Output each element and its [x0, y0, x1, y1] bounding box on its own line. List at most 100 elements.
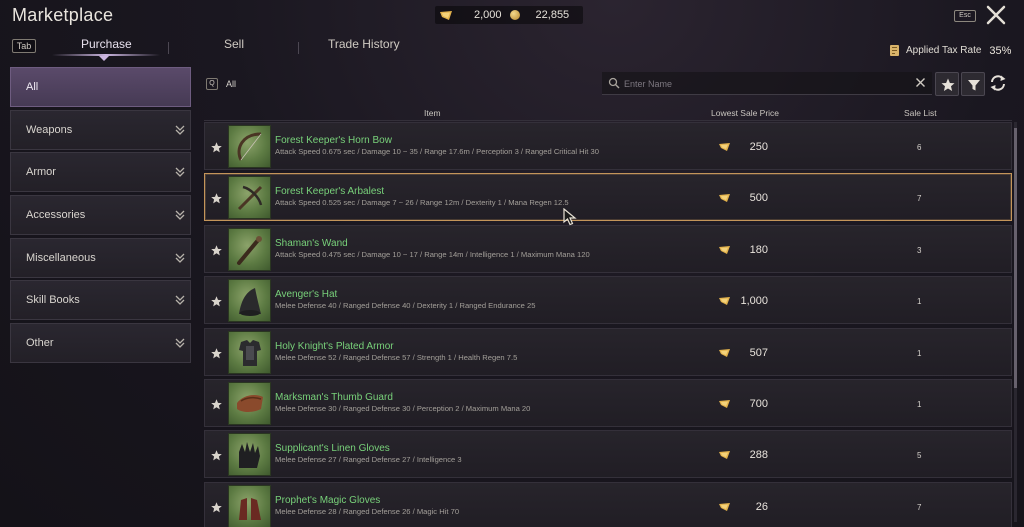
item-price: 180: [749, 243, 768, 256]
item-price: 700: [749, 397, 768, 410]
thumb-guard-icon: [228, 381, 271, 425]
filter-selection[interactable]: All: [226, 79, 236, 89]
table-row[interactable]: Avenger's Hat Melee Defense 40 / Ranged …: [204, 276, 1012, 325]
active-tab-arrow: [99, 56, 109, 61]
category-skill-books[interactable]: Skill Books: [10, 280, 191, 321]
star-icon[interactable]: [211, 450, 222, 461]
search-field[interactable]: [602, 72, 932, 95]
table-row[interactable]: Shaman's Wand Attack Speed 0.475 sec / D…: [204, 224, 1012, 273]
column-header-price[interactable]: Lowest Sale Price: [711, 108, 779, 118]
sale-list-count: 3: [917, 245, 922, 255]
favorites-filter-button[interactable]: [935, 72, 959, 96]
tax-rate: Applied Tax Rate 35%: [889, 44, 1011, 57]
category-all[interactable]: All: [10, 67, 191, 107]
chevron-down-icon: [175, 167, 185, 178]
sale-list-count: 7: [917, 502, 922, 512]
item-name: Avenger's Hat: [275, 289, 338, 301]
item-price: 288: [749, 449, 768, 462]
category-weapons[interactable]: Weapons: [10, 109, 191, 150]
tab-sell[interactable]: Sell: [224, 37, 244, 51]
sale-list-count: 7: [917, 194, 922, 204]
category-armor[interactable]: Armor: [10, 152, 191, 193]
item-price: 250: [749, 141, 768, 153]
sale-list-count: 5: [917, 451, 922, 461]
sale-list-count: 1: [917, 297, 922, 307]
clear-icon[interactable]: [915, 77, 926, 88]
secondary-currency-amount: 22,855: [535, 9, 570, 21]
bar-currency-icon: [719, 297, 730, 306]
bar-currency-icon: [719, 348, 730, 357]
search-icon: [608, 77, 620, 89]
star-icon: [941, 78, 955, 91]
q-key-hint: Q: [206, 78, 218, 90]
category-sidebar: All Weapons Armor Accessories Miscellane…: [10, 67, 191, 366]
item-name: Forest Keeper's Arbalest: [275, 186, 385, 198]
hat-icon: [228, 279, 271, 323]
item-price: 1,000: [740, 295, 768, 308]
chevron-down-icon: [175, 125, 185, 135]
armor-icon: [228, 330, 271, 374]
chevron-down-icon: [175, 253, 185, 263]
item-price: 500: [749, 192, 768, 205]
table-header: Item Lowest Sale Price Sale List: [204, 104, 1012, 121]
item-stats: Attack Speed 0.475 sec / Damage 10 ~ 17 …: [275, 249, 590, 259]
column-header-sale-list[interactable]: Sale List: [904, 108, 937, 118]
item-name: Prophet's Magic Gloves: [275, 494, 381, 506]
item-stats: Attack Speed 0.525 sec / Damage 7 ~ 26 /…: [275, 198, 569, 208]
tab-trade-history[interactable]: Trade History: [328, 37, 400, 51]
primary-currency-amount: 2,000: [474, 9, 502, 21]
tab-purchase[interactable]: Purchase: [81, 37, 132, 51]
star-icon[interactable]: [211, 347, 222, 359]
tab-key-hint: Tab: [12, 39, 36, 53]
table-row[interactable]: Forest Keeper's Arbalest Attack Speed 0.…: [204, 173, 1012, 222]
item-price: 26: [755, 500, 768, 513]
filter-button[interactable]: [961, 72, 985, 96]
close-icon[interactable]: [985, 4, 1007, 26]
star-icon[interactable]: [211, 296, 222, 307]
category-label: Skill Books: [26, 294, 80, 307]
tab-divider: [298, 42, 299, 54]
search-input[interactable]: [624, 75, 904, 92]
item-list: Forest Keeper's Horn Bow Attack Speed 0.…: [204, 122, 1012, 527]
table-row[interactable]: Forest Keeper's Horn Bow Attack Speed 0.…: [204, 122, 1012, 170]
gloves-icon: [228, 484, 271, 527]
item-stats: Melee Defense 40 / Ranged Defense 40 / D…: [275, 301, 536, 311]
star-icon[interactable]: [211, 502, 222, 513]
bar-currency-icon: [719, 451, 730, 460]
star-icon[interactable]: [211, 245, 222, 256]
bar-currency-icon: [719, 502, 730, 511]
mouse-cursor-icon: [563, 208, 577, 226]
category-label: All: [26, 81, 39, 93]
sale-list-count: 1: [917, 399, 922, 409]
category-label: Other: [26, 337, 54, 350]
table-row[interactable]: Prophet's Magic Gloves Melee Defense 28 …: [204, 481, 1012, 527]
item-stats: Melee Defense 52 / Ranged Defense 57 / S…: [275, 352, 518, 362]
table-row[interactable]: Supplicant's Linen Gloves Melee Defense …: [204, 430, 1012, 479]
category-other[interactable]: Other: [10, 323, 191, 364]
scrollbar-thumb[interactable]: [1014, 128, 1017, 388]
chevron-down-icon: [175, 210, 185, 220]
category-accessories[interactable]: Accessories: [10, 195, 191, 236]
item-stats: Melee Defense 28 / Ranged Defense 26 / M…: [275, 506, 460, 516]
star-icon[interactable]: [211, 193, 222, 204]
bar-currency-icon: [719, 245, 730, 254]
item-price: 507: [749, 346, 768, 359]
star-icon[interactable]: [211, 142, 222, 153]
tax-rate-label: Applied Tax Rate: [906, 45, 982, 56]
table-row[interactable]: Holy Knight's Plated Armor Melee Defense…: [204, 327, 1012, 376]
chevron-down-icon: [175, 295, 185, 306]
category-label: Accessories: [26, 209, 86, 222]
star-icon[interactable]: [211, 399, 222, 410]
item-name: Shaman's Wand: [275, 237, 348, 249]
category-miscellaneous[interactable]: Miscellaneous: [10, 237, 191, 278]
column-header-item[interactable]: Item: [424, 108, 441, 118]
tab-bar: Tab Purchase Sell Trade History Applied …: [0, 34, 1024, 62]
wand-icon: [228, 227, 271, 271]
refresh-icon[interactable]: [989, 74, 1007, 92]
list-scrollbar[interactable]: [1014, 122, 1017, 522]
item-stats: Melee Defense 30 / Ranged Defense 30 / P…: [275, 403, 531, 413]
tab-divider: [168, 42, 169, 54]
table-row[interactable]: Marksman's Thumb Guard Melee Defense 30 …: [204, 378, 1012, 427]
sale-list-count: 1: [917, 348, 922, 358]
item-name: Supplicant's Linen Gloves: [275, 443, 390, 455]
